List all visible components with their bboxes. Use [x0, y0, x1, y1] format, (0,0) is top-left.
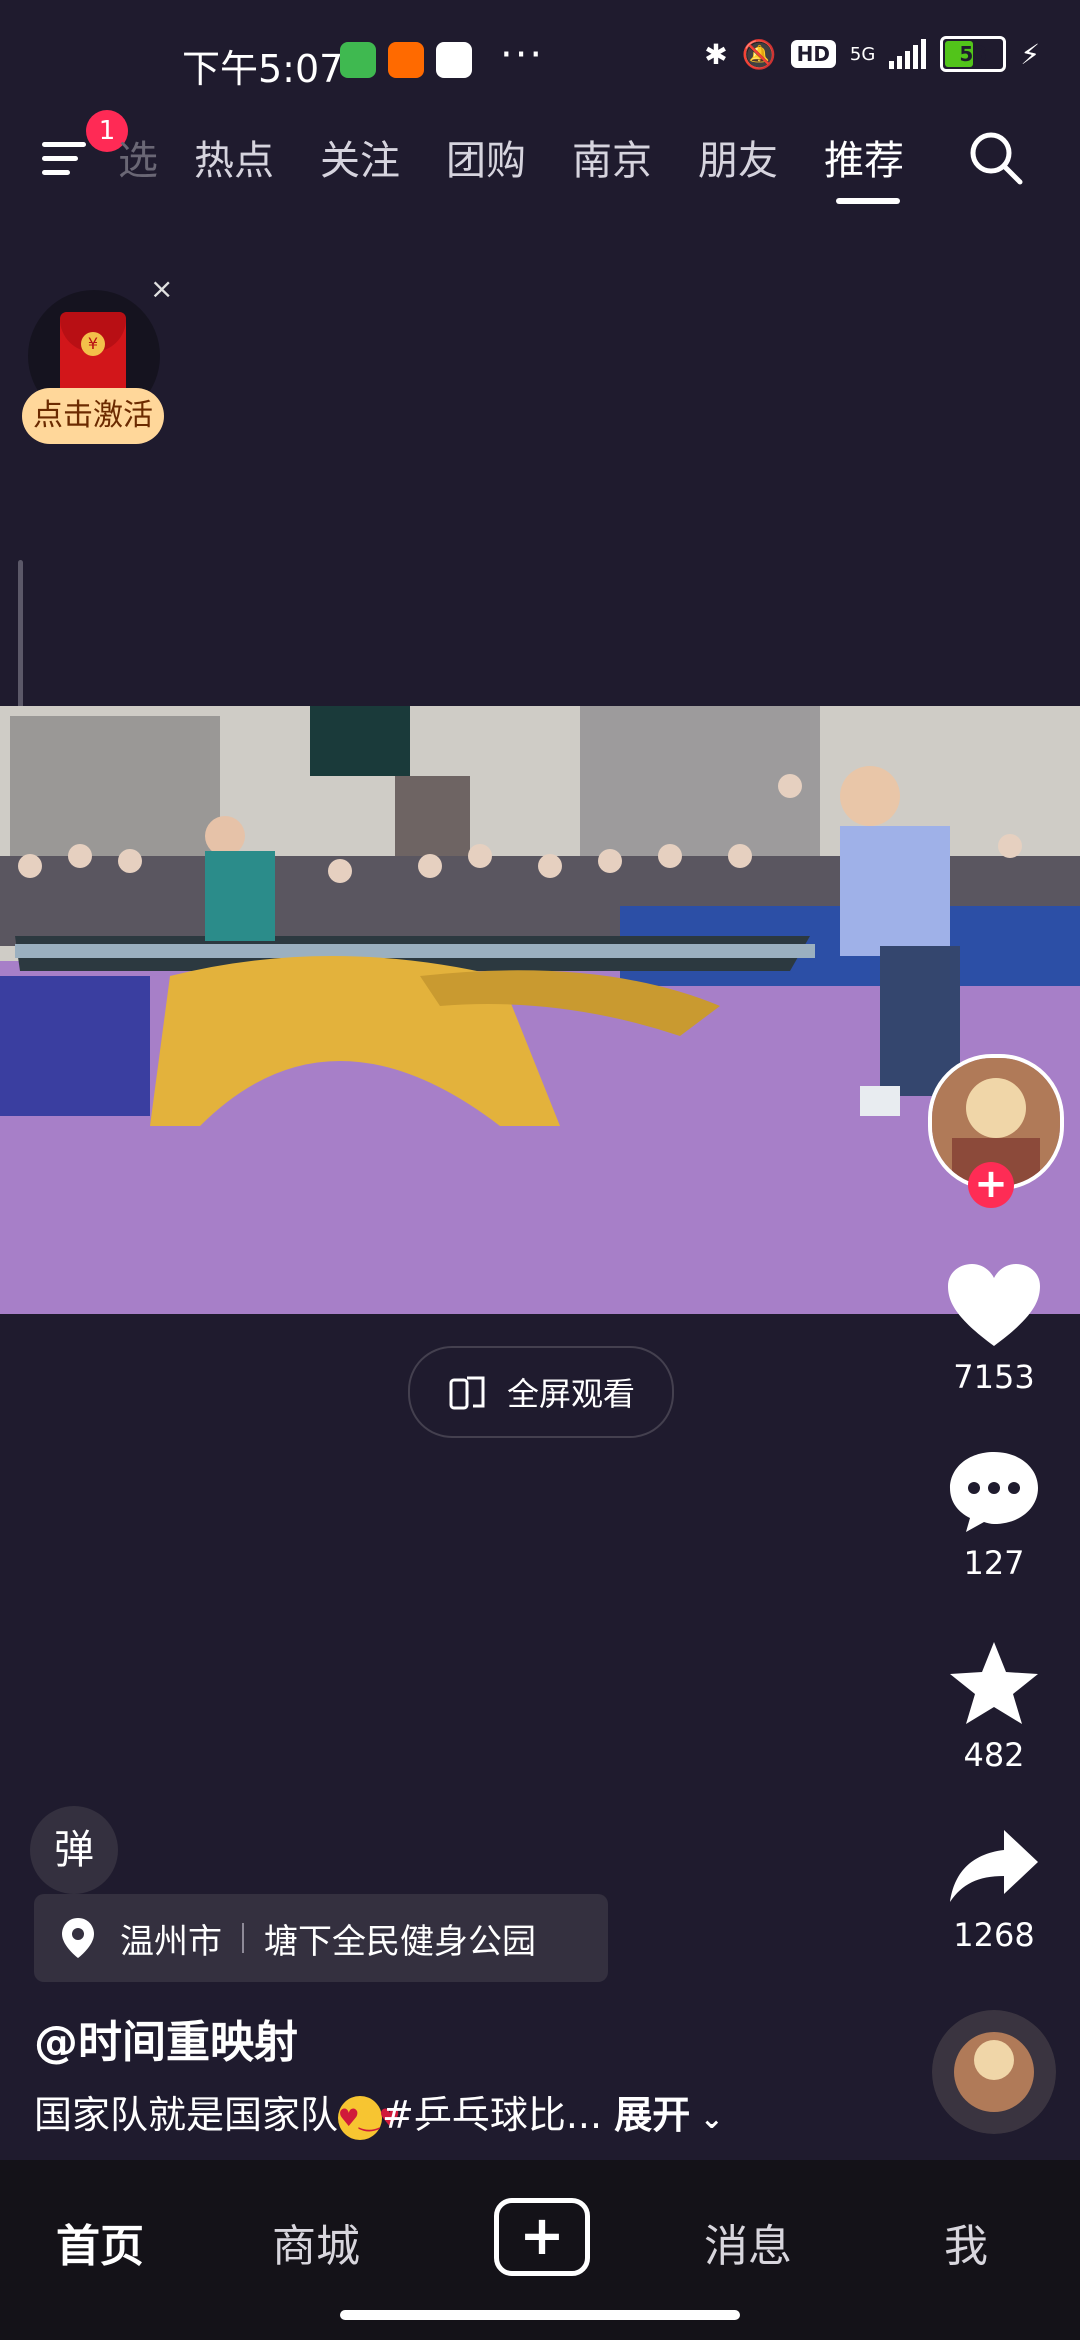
like-button[interactable]: 7153 [934, 1262, 1054, 1396]
comment-count: 127 [963, 1544, 1025, 1582]
nav-home[interactable]: 首页 [56, 2210, 144, 2274]
heart-eyes-emoji-icon: ♥‿♥ [338, 2095, 400, 2140]
tab-recommend[interactable]: 推荐 [824, 128, 904, 186]
fullscreen-icon [449, 1376, 485, 1410]
mute-icon: 🔕 [741, 37, 777, 71]
comment-icon [950, 1452, 1038, 1532]
app-58-notification-icon [388, 42, 424, 78]
nav-messages[interactable]: 消息 [704, 2210, 792, 2274]
fullscreen-button[interactable]: 全屏观看 [408, 1346, 674, 1438]
app-notification-icon [436, 42, 472, 78]
tab-partial[interactable]: 选 [118, 128, 158, 186]
chevron-down-icon: ⌄ [690, 2102, 724, 2135]
tab-nanjing[interactable]: 南京 [572, 128, 652, 186]
location-place: 塘下全民健身公园 [264, 1921, 536, 1962]
video-frame [0, 706, 1080, 1314]
follow-button[interactable]: + [968, 1162, 1014, 1208]
home-indicator[interactable] [340, 2310, 740, 2320]
share-icon [950, 1830, 1038, 1902]
share-button[interactable]: 1268 [934, 1826, 1054, 1954]
wechat-notification-icon [340, 42, 376, 78]
heart-icon [948, 1264, 1040, 1346]
expand-caption-link[interactable]: 展开 ⌄ [614, 2093, 723, 2137]
signal-icon [889, 39, 927, 69]
scroll-indicator [18, 560, 23, 710]
menu-icon [42, 142, 86, 147]
status-indicators: ✱ 🔕 HD 5G 53 ⚡ [704, 36, 1040, 72]
expand-label: 展开 [614, 2093, 691, 2137]
coin-icon: ¥ [81, 332, 105, 356]
video-player[interactable] [0, 706, 1080, 1314]
location-city: 温州市 [120, 1921, 222, 1962]
favorite-button[interactable]: 482 [934, 1640, 1054, 1774]
status-time: 下午5:07 [182, 47, 344, 91]
location-chip[interactable]: 温州市 塘下全民健身公园 [34, 1894, 608, 1982]
tab-following[interactable]: 关注 [320, 128, 400, 186]
menu-icon-line [42, 156, 78, 161]
danmu-toggle-button[interactable]: 弹 [30, 1806, 118, 1894]
create-post-button[interactable]: + [494, 2198, 590, 2276]
network-type: 5G [849, 43, 876, 65]
battery-icon: 53 [940, 36, 1007, 72]
star-icon [950, 1642, 1038, 1724]
nav-me[interactable]: 我 [944, 2210, 988, 2274]
like-count: 7153 [953, 1358, 1035, 1396]
more-notifications-icon: ··· [500, 32, 545, 78]
music-disc[interactable] [932, 2010, 1056, 2134]
nav-mall[interactable]: 商城 [272, 2210, 360, 2274]
location-pin-icon [62, 1918, 94, 1958]
charging-icon: ⚡ [1020, 37, 1040, 71]
caption-hashtag: #乒乓球比... [382, 2093, 603, 2137]
activate-button[interactable]: 点击激活 [22, 388, 164, 444]
share-count: 1268 [953, 1916, 1035, 1954]
bluetooth-icon: ✱ [704, 37, 728, 71]
music-disc-image [932, 2010, 1056, 2134]
fullscreen-label: 全屏观看 [506, 1375, 635, 1413]
hd-badge: HD [790, 40, 836, 68]
caption-text: 国家队就是国家队 [34, 2093, 339, 2137]
tab-friends[interactable]: 朋友 [698, 128, 778, 186]
battery-level: 53 [959, 42, 988, 66]
tab-group-buy[interactable]: 团购 [446, 128, 526, 186]
favorite-count: 482 [963, 1736, 1025, 1774]
search-button[interactable] [966, 128, 1026, 188]
top-nav [0, 120, 1080, 220]
post-caption[interactable]: 国家队就是国家队♥‿♥#乒乓球比... 展开 ⌄ [34, 2084, 723, 2140]
menu-icon-line [42, 170, 70, 175]
tab-hot[interactable]: 热点 [194, 128, 274, 186]
active-tab-indicator [836, 198, 900, 204]
author-name[interactable]: @时间重映射 [34, 2006, 298, 2070]
comment-button[interactable]: 127 [934, 1448, 1054, 1582]
location-divider [242, 1923, 244, 1953]
search-icon [970, 132, 1023, 185]
close-icon[interactable]: × [150, 272, 173, 305]
